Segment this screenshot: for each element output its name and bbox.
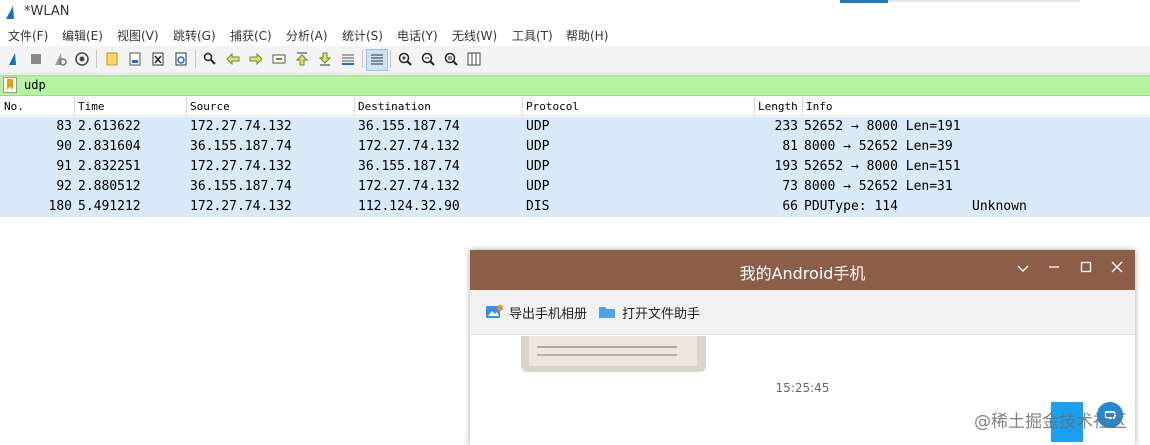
android-window-titlebar[interactable]: 我的Android手机	[470, 250, 1135, 290]
android-window-toolbar: 导出手机相册 打开文件助手	[470, 290, 1135, 335]
menu-capture[interactable]: 捕获(C)	[230, 27, 272, 44]
menu-wireless[interactable]: 无线(W)	[452, 27, 497, 44]
watermark: @稀土掘金技术社区	[974, 412, 1127, 432]
packet-info: 52652 → 8000 Len=191	[804, 119, 961, 134]
export-album-label: 导出手机相册	[509, 306, 588, 322]
packet-row[interactable]: 90 2.831604 36.155.187.74 172.27.74.132 …	[0, 137, 1150, 157]
menu-go[interactable]: 跳转(G)	[173, 27, 216, 44]
go-forward-icon[interactable]	[247, 50, 265, 68]
menu-edit[interactable]: 编辑(E)	[62, 27, 103, 44]
toolbar-separator	[195, 50, 196, 68]
menu-file[interactable]: 文件(F)	[8, 27, 48, 44]
save-file-icon[interactable]	[126, 50, 144, 68]
wireshark-fin-icon	[6, 6, 14, 19]
packet-info: PDUType: 114	[804, 199, 898, 214]
display-filter-input[interactable]: udp	[24, 78, 46, 92]
find-packet-icon[interactable]	[201, 50, 219, 68]
column-header-destination[interactable]: Destination	[354, 100, 522, 114]
menu-bar: 文件(F) 编辑(E) 视图(V) 跳转(G) 捕获(C) 分析(A) 统计(S…	[0, 24, 1150, 46]
column-header-time[interactable]: Time	[74, 100, 186, 114]
packet-length: 81	[782, 139, 798, 154]
go-to-packet-icon[interactable]	[270, 50, 288, 68]
capture-options-icon[interactable]	[73, 50, 91, 68]
android-window-title: 我的Android手机	[739, 264, 866, 283]
maximize-icon[interactable]	[1077, 260, 1095, 278]
menu-analyze[interactable]: 分析(A)	[286, 27, 328, 44]
restart-capture-icon[interactable]	[51, 50, 69, 68]
title-bar: *WLAN	[0, 0, 1150, 24]
export-album-button[interactable]: 导出手机相册	[485, 302, 587, 322]
menu-view[interactable]: 视图(V)	[117, 27, 159, 44]
reload-file-icon[interactable]	[172, 50, 190, 68]
resize-columns-icon[interactable]	[465, 50, 483, 68]
column-header-no[interactable]: No.	[0, 100, 74, 114]
column-header-info[interactable]: Info	[802, 100, 1142, 114]
message-timestamp: 15:25:45	[775, 381, 830, 395]
close-icon[interactable]	[1108, 260, 1126, 278]
zoom-out-icon[interactable]	[419, 50, 437, 68]
open-file-helper-button[interactable]: 打开文件助手	[598, 302, 700, 322]
folder-icon	[599, 307, 615, 318]
packet-length: 193	[774, 159, 798, 174]
filter-bookmark-icon[interactable]	[3, 77, 17, 93]
menu-tools[interactable]: 工具(T)	[512, 27, 553, 44]
colorize-icon[interactable]	[366, 49, 388, 71]
window-title: *WLAN	[24, 4, 70, 19]
zoom-in-icon[interactable]	[396, 50, 414, 68]
stop-capture-icon[interactable]	[27, 50, 45, 68]
packet-length: 233	[774, 119, 798, 134]
packet-info-extra: Unknown	[972, 199, 1027, 214]
minimize-icon[interactable]	[1045, 260, 1063, 278]
packet-row[interactable]: 91 2.832251 172.27.74.132 36.155.187.74 …	[0, 157, 1150, 177]
chevron-down-icon[interactable]	[1014, 260, 1032, 278]
main-toolbar	[0, 46, 1150, 74]
packet-row[interactable]: 83 2.613622 172.27.74.132 36.155.187.74 …	[0, 117, 1150, 137]
column-header-source[interactable]: Source	[186, 100, 354, 114]
go-back-icon[interactable]	[224, 50, 242, 68]
packet-list-header: No. Time Source Destination Protocol Len…	[0, 97, 1150, 116]
last-packet-icon[interactable]	[316, 50, 334, 68]
menu-telephony[interactable]: 电话(Y)	[397, 27, 438, 44]
menu-statistics[interactable]: 统计(S)	[342, 27, 383, 44]
packet-info: 52652 → 8000 Len=151	[804, 159, 961, 174]
display-filter-bar[interactable]: udp	[0, 75, 1150, 96]
packet-info: 8000 → 52652 Len=39	[804, 139, 953, 154]
packet-length: 66	[782, 199, 798, 214]
close-file-icon[interactable]	[149, 50, 167, 68]
column-header-length[interactable]: Length	[754, 100, 802, 114]
column-header-protocol[interactable]: Protocol	[522, 100, 754, 114]
toolbar-separator	[362, 50, 363, 68]
autoscroll-icon[interactable]	[339, 50, 357, 68]
packet-length: 73	[782, 179, 798, 194]
packet-info: 8000 → 52652 Len=31	[804, 179, 953, 194]
photo-message-thumbnail[interactable]	[521, 336, 706, 372]
open-file-icon[interactable]	[103, 50, 121, 68]
window-tab-strip	[888, 0, 1080, 2]
start-capture-icon[interactable]	[5, 50, 23, 68]
toolbar-separator	[390, 50, 391, 68]
packet-row[interactable]: 180 5.491212 172.27.74.132 112.124.32.90…	[0, 197, 1150, 217]
window-accent-bar	[840, 0, 888, 3]
menu-help[interactable]: 帮助(H)	[566, 27, 608, 44]
toolbar-separator	[96, 50, 97, 68]
normal-size-icon[interactable]	[442, 50, 460, 68]
open-file-helper-label: 打开文件助手	[622, 306, 701, 322]
document-photo	[529, 336, 697, 366]
image-export-icon	[486, 305, 503, 318]
packet-row[interactable]: 92 2.880512 36.155.187.74 172.27.74.132 …	[0, 177, 1150, 197]
first-packet-icon[interactable]	[293, 50, 311, 68]
